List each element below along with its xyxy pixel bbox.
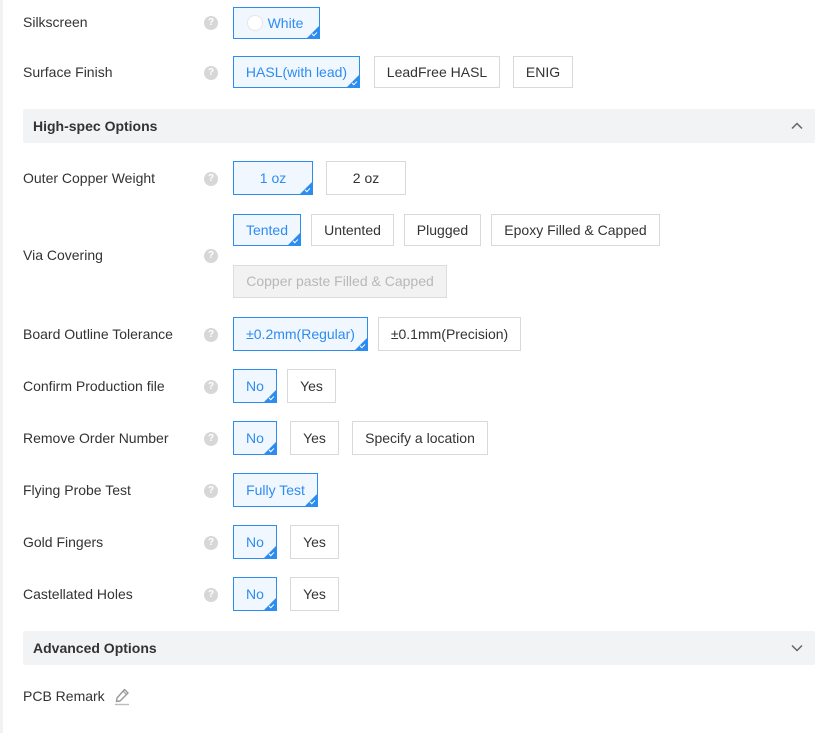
outer-copper-option-2oz[interactable]: 2 oz — [326, 161, 406, 195]
chevron-down-icon[interactable] — [789, 640, 805, 656]
confirm-production-option-no[interactable]: No — [233, 369, 277, 403]
confirm-production-label: Confirm Production file — [23, 378, 165, 394]
surface-finish-option-enig[interactable]: ENIG — [513, 56, 573, 88]
outer-copper-option-1oz[interactable]: 1 oz — [233, 161, 313, 195]
gold-fingers-label: Gold Fingers — [23, 534, 104, 550]
silkscreen-label: Silkscreen — [23, 14, 88, 30]
via-option-epoxy-filled[interactable]: Epoxy Filled & Capped — [491, 214, 660, 246]
via-option-untented[interactable]: Untented — [311, 214, 394, 246]
gold-fingers-option-yes[interactable]: Yes — [290, 525, 339, 559]
remove-order-number-help-icon[interactable]: ? — [204, 432, 218, 446]
pcb-remark-label: PCB Remark — [23, 688, 105, 704]
surface-finish-label: Surface Finish — [23, 64, 113, 80]
remove-order-option-yes[interactable]: Yes — [290, 421, 339, 455]
flying-probe-label: Flying Probe Test — [23, 482, 131, 498]
flying-probe-help-icon[interactable]: ? — [204, 484, 218, 498]
tolerance-option-regular[interactable]: ±0.2mm(Regular) — [233, 317, 368, 351]
surface-finish-help-icon[interactable]: ? — [204, 66, 218, 80]
outer-copper-label: Outer Copper Weight — [23, 170, 156, 186]
castellated-option-no[interactable]: No — [233, 577, 277, 611]
remove-order-number-label: Remove Order Number — [23, 430, 169, 446]
advanced-section-header[interactable]: Advanced Options — [23, 631, 815, 665]
confirm-production-option-yes[interactable]: Yes — [287, 369, 336, 403]
gold-fingers-help-icon[interactable]: ? — [204, 536, 218, 550]
surface-finish-option-hasl[interactable]: HASL(with lead) — [233, 56, 360, 88]
silkscreen-option-white[interactable]: White — [233, 7, 320, 39]
remove-order-option-specify[interactable]: Specify a location — [352, 421, 488, 455]
via-option-plugged[interactable]: Plugged — [404, 214, 481, 246]
via-option-tented[interactable]: Tented — [233, 214, 301, 246]
high-spec-section-header[interactable]: High-spec Options — [23, 109, 815, 143]
high-spec-title: High-spec Options — [33, 118, 158, 134]
via-covering-label: Via Covering — [23, 247, 103, 263]
castellated-option-yes[interactable]: Yes — [290, 577, 339, 611]
via-covering-help-icon[interactable]: ? — [204, 249, 218, 263]
remove-order-option-no[interactable]: No — [233, 421, 277, 455]
pencil-icon[interactable] — [114, 688, 130, 706]
gold-fingers-option-no[interactable]: No — [233, 525, 277, 559]
outline-tolerance-label: Board Outline Tolerance — [23, 326, 173, 342]
outer-copper-help-icon[interactable]: ? — [204, 172, 218, 186]
castellated-holes-help-icon[interactable]: ? — [204, 588, 218, 602]
left-border — [0, 0, 3, 733]
via-option-copper-paste: Copper paste Filled & Capped — [233, 265, 447, 298]
outline-tolerance-help-icon[interactable]: ? — [204, 328, 218, 342]
castellated-holes-label: Castellated Holes — [23, 586, 133, 602]
flying-probe-option-fully-test[interactable]: Fully Test — [233, 473, 318, 507]
advanced-title: Advanced Options — [33, 640, 157, 656]
color-swatch-white — [247, 15, 263, 31]
silkscreen-help-icon[interactable]: ? — [204, 16, 218, 30]
surface-finish-option-leadfree[interactable]: LeadFree HASL — [374, 56, 500, 88]
chevron-up-icon[interactable] — [789, 118, 805, 134]
tolerance-option-precision[interactable]: ±0.1mm(Precision) — [378, 317, 521, 351]
confirm-production-help-icon[interactable]: ? — [204, 380, 218, 394]
